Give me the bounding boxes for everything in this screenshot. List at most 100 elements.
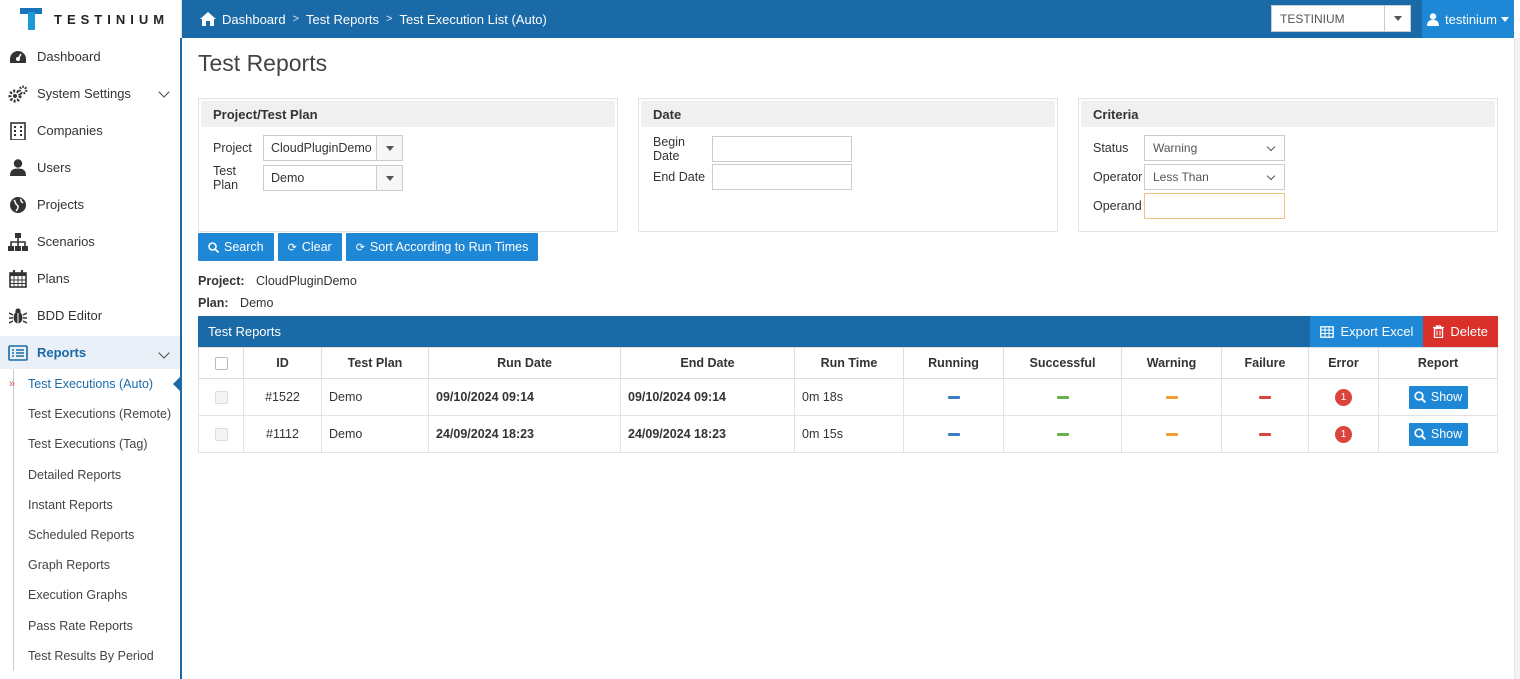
chevron-down-icon	[158, 86, 170, 98]
sidebar-item-companies[interactable]: Companies	[0, 112, 180, 149]
table-row: #1522 Demo 09/10/2024 09:14 09/10/2024 0…	[198, 378, 1498, 416]
row-report-cell: Show	[1378, 378, 1498, 416]
project-select-toggle[interactable]	[376, 136, 402, 160]
chevron-down-icon	[1266, 142, 1276, 152]
successful-indicator	[1056, 432, 1069, 436]
column-header-test-plan[interactable]: Test Plan	[321, 347, 429, 379]
row-run-date: 09/10/2024 09:14	[428, 378, 621, 416]
panel-title: Project/Test Plan	[201, 101, 615, 127]
sidebar-subitem-detailed-reports[interactable]: Detailed Reports	[0, 460, 180, 490]
list-icon	[8, 343, 28, 363]
sidebar-item-label: Dashboard	[37, 49, 101, 64]
plan-select-toggle[interactable]	[376, 166, 402, 190]
project-label: Project	[213, 141, 252, 155]
sort-button[interactable]: ⟳ Sort According to Run Times	[345, 233, 539, 261]
row-checkbox[interactable]	[214, 390, 228, 404]
row-end-date: 09/10/2024 09:14	[620, 378, 795, 416]
sidebar-item-reports[interactable]: Reports	[0, 336, 180, 369]
end-date-input[interactable]	[712, 164, 852, 190]
search-icon	[208, 241, 219, 253]
row-warning-cell	[1121, 415, 1222, 453]
summary-plan-value: Demo	[240, 296, 274, 310]
summary-project-label: Project:	[198, 274, 245, 288]
sidebar-subitem-label: Pass Rate Reports	[28, 618, 133, 633]
reports-submenu: » Test Executions (Auto) Test Executions…	[0, 369, 182, 671]
user-icon	[1426, 12, 1439, 26]
plan-select[interactable]: Demo	[263, 165, 403, 191]
breadcrumb-test-reports[interactable]: Test Reports	[306, 12, 379, 27]
show-report-label: Show	[1430, 390, 1463, 404]
column-header-error[interactable]: Error	[1308, 347, 1379, 379]
show-report-button[interactable]: Show	[1408, 385, 1468, 409]
bug-icon	[8, 306, 28, 326]
sidebar-subitem-label: Test Executions (Remote)	[28, 407, 172, 422]
running-indicator	[947, 395, 960, 399]
column-header-run-date[interactable]: Run Date	[428, 347, 621, 379]
brand-name: TESTINIUM	[54, 11, 170, 27]
project-plan-panel: Project/Test Plan Project CloudPluginDem…	[198, 98, 618, 232]
user-menu-button[interactable]: testinium	[1422, 0, 1514, 38]
breadcrumb-dashboard[interactable]: Dashboard	[222, 12, 286, 27]
sidebar-subitem-graph-reports[interactable]: Graph Reports	[0, 550, 180, 580]
sidebar-subitem-instant-reports[interactable]: Instant Reports	[0, 490, 180, 520]
begin-date-input[interactable]	[712, 136, 852, 162]
sidebar-item-scenarios[interactable]: Scenarios	[0, 223, 180, 260]
status-select[interactable]: Warning	[1144, 135, 1285, 161]
column-header-warning[interactable]: Warning	[1121, 347, 1222, 379]
brand-logo[interactable]: TESTINIUM	[0, 0, 182, 38]
sidebar-item-system-settings[interactable]: System Settings	[0, 75, 180, 112]
delete-button[interactable]: Delete	[1423, 316, 1498, 347]
sidebar-subitem-test-executions-remote[interactable]: Test Executions (Remote)	[0, 399, 180, 429]
home-icon[interactable]	[200, 12, 216, 26]
sidebar-item-label: Plans	[37, 271, 70, 286]
operator-select[interactable]: Less Than	[1144, 164, 1285, 190]
column-header-failure[interactable]: Failure	[1221, 347, 1309, 379]
sidebar-subitem-test-executions-tag[interactable]: Test Executions (Tag)	[0, 429, 180, 459]
caret-down-icon	[1501, 16, 1510, 22]
sidebar-subitem-label: Graph Reports	[28, 558, 110, 573]
error-count-badge: 1	[1335, 425, 1352, 443]
gears-icon	[8, 84, 28, 104]
status-select-value: Warning	[1153, 141, 1198, 155]
sidebar-subitem-execution-graphs[interactable]: Execution Graphs	[0, 580, 180, 610]
sidebar-subitem-label: Detailed Reports	[28, 467, 122, 482]
sidebar-subitem-pass-rate-reports[interactable]: Pass Rate Reports	[0, 611, 180, 641]
column-header-running[interactable]: Running	[903, 347, 1004, 379]
row-checkbox[interactable]	[214, 427, 228, 441]
column-header-successful[interactable]: Successful	[1003, 347, 1122, 379]
tenant-select-toggle[interactable]	[1384, 6, 1410, 31]
show-report-button[interactable]: Show	[1408, 422, 1468, 446]
summary-plan: Plan: Demo	[198, 296, 273, 310]
export-excel-button[interactable]: Export Excel	[1310, 316, 1424, 347]
sidebar-item-dashboard[interactable]: Dashboard	[0, 38, 180, 75]
sidebar-item-plans[interactable]: Plans	[0, 260, 180, 297]
column-header-id[interactable]: ID	[243, 347, 322, 379]
clear-button[interactable]: ⟳ Clear	[277, 233, 342, 261]
operator-label: Operator	[1093, 170, 1143, 184]
row-test-plan: Demo	[321, 415, 429, 453]
sidebar-item-users[interactable]: Users	[0, 149, 180, 186]
sidebar-item-projects[interactable]: Projects	[0, 186, 180, 223]
sidebar-subitem-test-executions-auto[interactable]: » Test Executions (Auto)	[0, 369, 182, 399]
column-header-end-date[interactable]: End Date	[620, 347, 795, 379]
plan-label: Test Plan	[213, 164, 239, 192]
sidebar-item-bdd-editor[interactable]: BDD Editor	[0, 297, 180, 334]
sidebar-item-label: Scenarios	[37, 234, 95, 249]
select-all-checkbox[interactable]	[214, 356, 228, 370]
row-report-cell: Show	[1378, 415, 1498, 453]
project-select[interactable]: CloudPluginDemo	[263, 135, 403, 161]
column-header-run-time[interactable]: Run Time	[794, 347, 904, 379]
tenant-select[interactable]: TESTINIUM	[1271, 5, 1411, 32]
row-running-cell	[903, 378, 1004, 416]
refresh-icon: ⟳	[355, 241, 365, 254]
sidebar-subitem-label: Test Results By Period	[28, 648, 154, 663]
search-button[interactable]: Search	[198, 233, 274, 261]
operand-input[interactable]	[1144, 193, 1285, 219]
error-count-badge: 1	[1335, 388, 1352, 406]
caret-down-icon	[385, 175, 394, 181]
sidebar-subitem-test-results-by-period[interactable]: Test Results By Period	[0, 641, 180, 671]
page-scrollbar[interactable]	[1514, 38, 1520, 679]
row-id: #1522	[243, 378, 322, 416]
sidebar-subitem-scheduled-reports[interactable]: Scheduled Reports	[0, 520, 180, 550]
show-report-label: Show	[1430, 427, 1463, 441]
